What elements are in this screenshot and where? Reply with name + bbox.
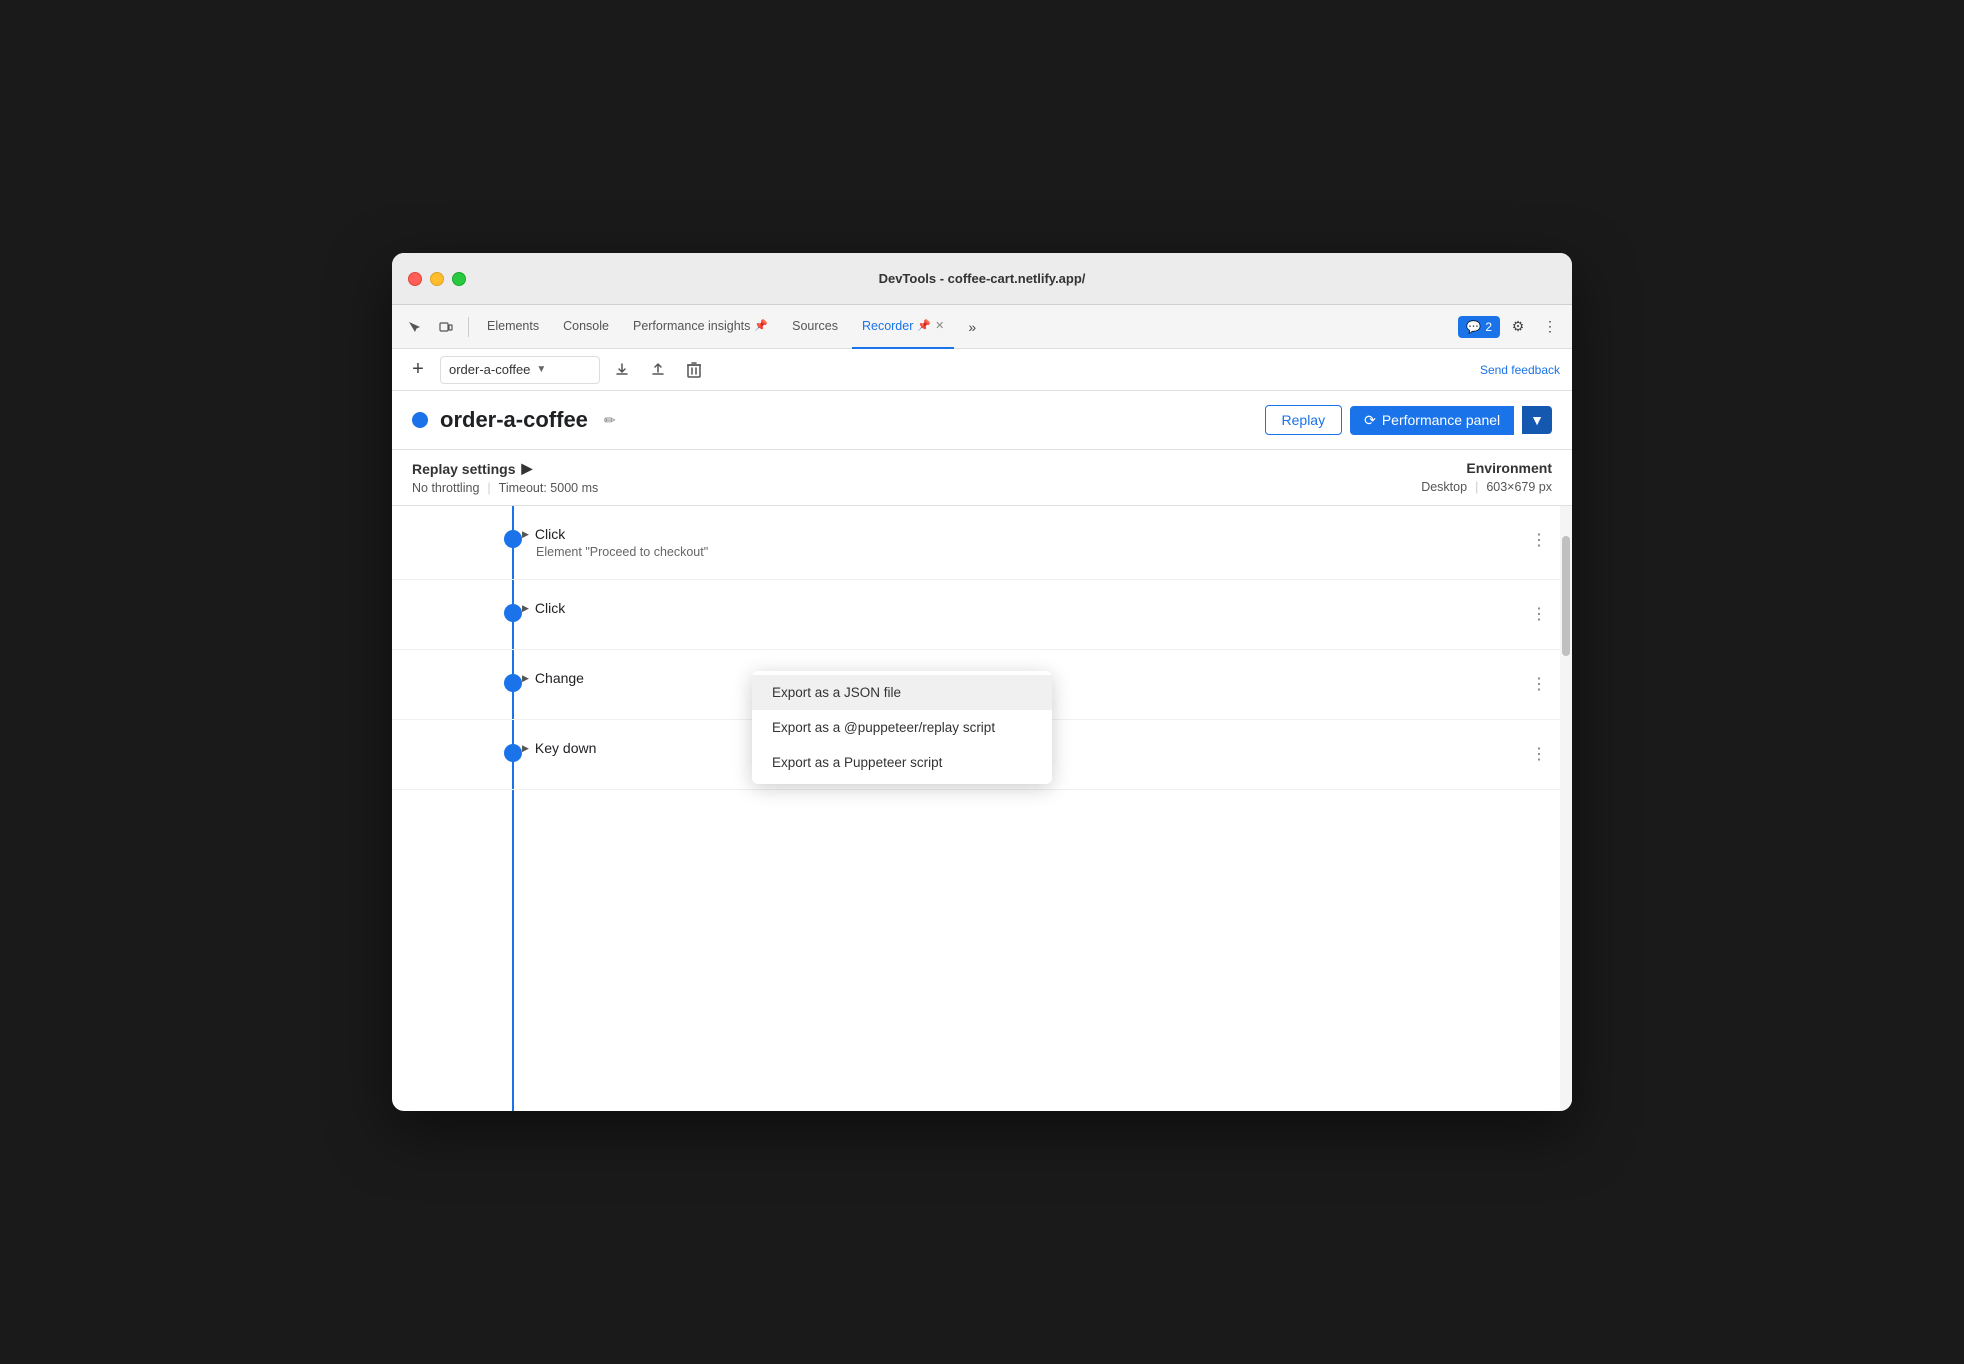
export-json-option[interactable]: Export as a JSON file [752,675,1052,710]
step-expand-icon-1: ▶ [522,529,529,540]
send-feedback-link[interactable]: Send feedback [1480,363,1560,377]
edit-title-icon[interactable]: ✏ [604,412,616,429]
more-vertical-icon: ⋮ [1543,318,1557,335]
performance-panel-dropdown-button[interactable]: ▼ [1522,406,1552,434]
delete-button[interactable] [680,356,708,384]
tab-performance-insights[interactable]: Performance insights 📌 [623,305,778,349]
device-toggle-button[interactable] [432,313,460,341]
env-detail: Desktop | 603×679 px [1421,480,1552,494]
gear-icon: ⚙ [1512,318,1525,335]
step-row: ▶ Click ⋮ [392,580,1572,650]
step-title-2[interactable]: ▶ Click [522,600,1527,616]
step-menu-button-4[interactable]: ⋮ [1527,740,1552,768]
step-expand-icon-2: ▶ [522,603,529,614]
tab-sources[interactable]: Sources [782,305,848,349]
chat-icon: 💬 [1466,320,1481,334]
more-menu-button[interactable]: ⋮ [1536,313,1564,341]
step-subtitle-1: Element "Proceed to checkout" [536,545,1527,559]
settings-button[interactable]: ⚙ [1504,313,1532,341]
settings-left: Replay settings ▶ No throttling | Timeou… [412,460,1421,495]
recorder-pin-icon: 📌 [917,319,931,332]
chevron-down-icon: ▼ [536,364,546,375]
step-dot-2 [504,604,522,622]
more-tabs-button[interactable]: » [958,313,986,341]
chat-button[interactable]: 💬 2 [1458,316,1500,338]
step-expand-icon-4: ▶ [522,743,529,754]
scrollbar-thumb[interactable] [1562,536,1570,656]
tab-elements[interactable]: Elements [477,305,549,349]
step-menu-button-2[interactable]: ⋮ [1527,600,1552,628]
settings-right: Environment Desktop | 603×679 px [1421,460,1552,495]
recording-title: order-a-coffee [440,407,588,433]
window-title: DevTools - coffee-cart.netlify.app/ [879,271,1086,286]
replay-settings-toggle[interactable]: Replay settings ▶ [412,460,1421,477]
step-dot-4 [504,744,522,762]
header-actions: Replay ⟳ Performance panel ▼ [1265,405,1552,435]
settings-bar: Replay settings ▶ No throttling | Timeou… [392,450,1572,506]
toolbar-separator-1 [468,317,469,337]
step-dot-1 [504,530,522,548]
step-content-2: ▶ Click [522,600,1527,616]
scrollbar[interactable] [1560,506,1572,1111]
add-recording-button[interactable]: + [404,356,432,384]
step-expand-icon-3: ▶ [522,673,529,684]
export-puppeteer-replay-option[interactable]: Export as a @puppeteer/replay script [752,710,1052,745]
perf-panel-icon: ⟳ [1364,412,1376,429]
expand-icon: ▶ [521,460,532,477]
step-row: ▶ Click Element "Proceed to checkout" ⋮ [392,506,1572,580]
recording-header: order-a-coffee ✏ Replay ⟳ Performance pa… [392,391,1572,450]
step-title-1[interactable]: ▶ Click [522,526,1527,542]
replay-button[interactable]: Replay [1265,405,1343,435]
minimize-button[interactable] [430,272,444,286]
step-dot-3 [504,674,522,692]
toolbar-right: 💬 2 ⚙ ⋮ [1458,313,1564,341]
devtools-window: DevTools - coffee-cart.netlify.app/ Elem… [392,253,1572,1111]
recorder-close-icon[interactable]: ✕ [935,319,944,332]
export-button[interactable] [608,356,636,384]
fullscreen-button[interactable] [452,272,466,286]
import-button[interactable] [644,356,672,384]
settings-detail: No throttling | Timeout: 5000 ms [412,481,1421,495]
tab-recorder[interactable]: Recorder 📌 ✕ [852,305,954,349]
traffic-lights [408,272,466,286]
export-puppeteer-option[interactable]: Export as a Puppeteer script [752,745,1052,780]
steps-wrapper: ▶ Click Element "Proceed to checkout" ⋮ … [392,506,1572,1111]
step-content-1: ▶ Click Element "Proceed to checkout" [522,526,1527,559]
step-menu-button-3[interactable]: ⋮ [1527,670,1552,698]
perf-insights-pin-icon: 📌 [754,319,768,332]
title-bar: DevTools - coffee-cart.netlify.app/ [392,253,1572,305]
export-dropdown: Export as a JSON file Export as a @puppe… [752,671,1052,784]
recording-selector[interactable]: order-a-coffee ▼ [440,356,600,384]
cursor-tool-button[interactable] [400,313,428,341]
secondary-toolbar: + order-a-coffee ▼ Send feedback [392,349,1572,391]
main-toolbar: Elements Console Performance insights 📌 … [392,305,1572,349]
step-menu-button-1[interactable]: ⋮ [1527,526,1552,554]
performance-panel-button[interactable]: ⟳ Performance panel [1350,406,1514,435]
main-content: order-a-coffee ✏ Replay ⟳ Performance pa… [392,391,1572,1111]
tab-console[interactable]: Console [553,305,619,349]
close-button[interactable] [408,272,422,286]
recording-status-dot [412,412,428,428]
